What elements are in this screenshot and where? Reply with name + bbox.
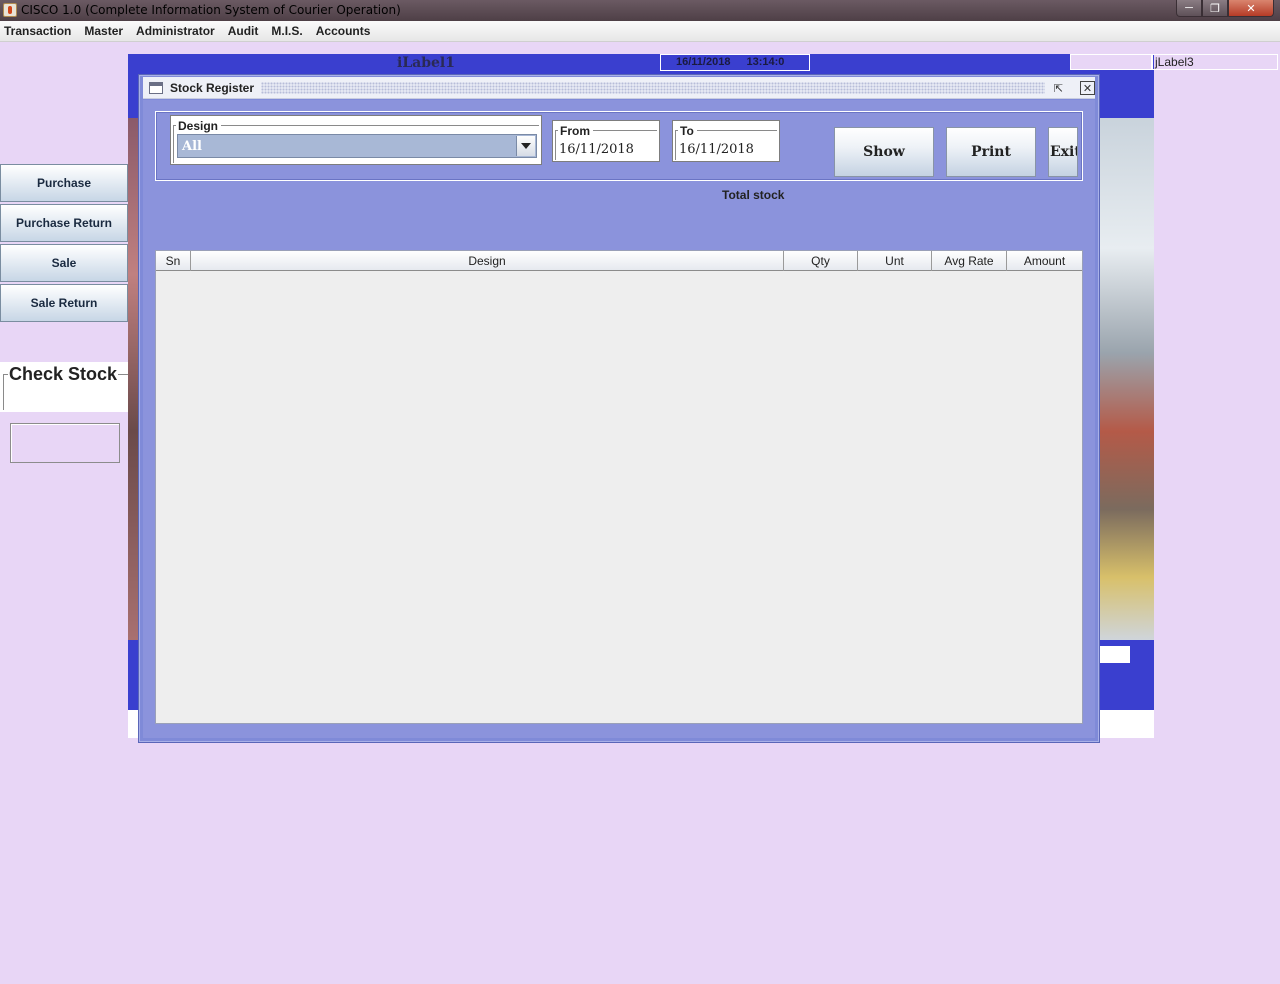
purchase-button[interactable]: Purchase (0, 164, 128, 202)
sale-return-button[interactable]: Sale Return (0, 284, 128, 322)
stock-table: Sn Design Qty Unt Avg Rate Amount (155, 250, 1083, 724)
menu-audit[interactable]: Audit (228, 24, 259, 38)
menu-bar: Transaction Master Administrator Audit M… (0, 21, 1280, 42)
column-header-unt[interactable]: Unt (858, 251, 932, 271)
check-stock-input[interactable] (10, 423, 120, 463)
check-stock-title: Check Stock (8, 364, 119, 385)
sale-button[interactable]: Sale (0, 244, 128, 282)
design-select[interactable]: All (177, 134, 537, 158)
to-date-input[interactable]: 16/11/2018 (679, 142, 754, 157)
print-button[interactable]: Print (946, 127, 1036, 177)
background-label-1: iLabel1 (397, 55, 455, 71)
java-app-icon (3, 3, 17, 17)
menu-master[interactable]: Master (84, 24, 123, 38)
background-label-3: jLabel3 (1155, 55, 1194, 69)
to-group-border-top-right (697, 130, 777, 131)
column-header-amount[interactable]: Amount (1007, 251, 1082, 271)
menu-transaction[interactable]: Transaction (4, 24, 71, 38)
stock-table-header: Sn Design Qty Unt Avg Rate Amount (156, 251, 1082, 271)
minimize-button[interactable]: ─ (1176, 0, 1202, 17)
to-label: To (678, 124, 696, 138)
design-select-value: All (182, 139, 202, 154)
background-white-box (1100, 646, 1130, 663)
to-group-border-left (675, 130, 676, 160)
title-bar-texture (261, 82, 1045, 94)
column-header-sn[interactable]: Sn (156, 251, 191, 271)
from-group-border-left (555, 130, 556, 160)
exit-button[interactable]: Exit (1048, 127, 1078, 177)
frame-close-icon[interactable]: ✕ (1080, 81, 1095, 95)
column-header-avg-rate[interactable]: Avg Rate (932, 251, 1007, 271)
from-label: From (558, 124, 592, 138)
menu-accounts[interactable]: Accounts (316, 24, 371, 38)
datetime-display: 16/11/2018 13:14:0 (660, 54, 810, 71)
menu-mis[interactable]: M.I.S. (271, 24, 302, 38)
close-icon: ✕ (1246, 2, 1256, 15)
total-stock-label: Total stock (722, 188, 785, 202)
purchase-return-button[interactable]: Purchase Return (0, 204, 128, 242)
window-title-bar: CISCO 1.0 (Complete Information System o… (0, 0, 1280, 21)
stock-register-window: Stock Register ⇱ ✕ Design All From 16/11… (138, 74, 1100, 743)
stock-register-title: Stock Register (170, 81, 255, 95)
design-group-border-left (173, 125, 174, 163)
column-header-design[interactable]: Design (191, 251, 784, 271)
from-date-fieldset: From 16/11/2018 (552, 120, 660, 162)
minimize-icon: ─ (1185, 2, 1193, 14)
stock-register-body: Design All From 16/11/2018 To 16/11/2018… (143, 100, 1095, 738)
show-button[interactable]: Show (834, 127, 934, 177)
to-date-fieldset: To 16/11/2018 (672, 120, 780, 162)
design-group-border-top-right (221, 125, 539, 126)
window-title: CISCO 1.0 (Complete Information System o… (21, 3, 401, 17)
from-date-input[interactable]: 16/11/2018 (559, 142, 634, 157)
time-display: 13:14:0 (746, 56, 785, 68)
design-label: Design (176, 119, 221, 133)
window-controls: ─ ❐ ✕ (1176, 0, 1274, 18)
window-frame-icon (149, 82, 163, 94)
maximize-button[interactable]: ❐ (1202, 0, 1228, 17)
background-photo-right (1099, 118, 1154, 640)
background-empty-box (1070, 54, 1152, 70)
stock-register-title-bar[interactable]: Stock Register ⇱ ✕ (143, 77, 1095, 99)
date-display: 16/11/2018 (676, 56, 731, 68)
column-header-qty[interactable]: Qty (784, 251, 858, 271)
from-group-border-top-right (593, 130, 657, 131)
filter-panel: Design All From 16/11/2018 To 16/11/2018… (155, 111, 1083, 181)
close-button[interactable]: ✕ (1228, 0, 1274, 17)
design-fieldset: Design All (170, 115, 542, 165)
restore-down-icon[interactable]: ⇱ (1051, 81, 1066, 95)
chevron-down-icon[interactable] (516, 136, 535, 156)
menu-administrator[interactable]: Administrator (136, 24, 215, 38)
restore-icon: ❐ (1210, 2, 1220, 15)
